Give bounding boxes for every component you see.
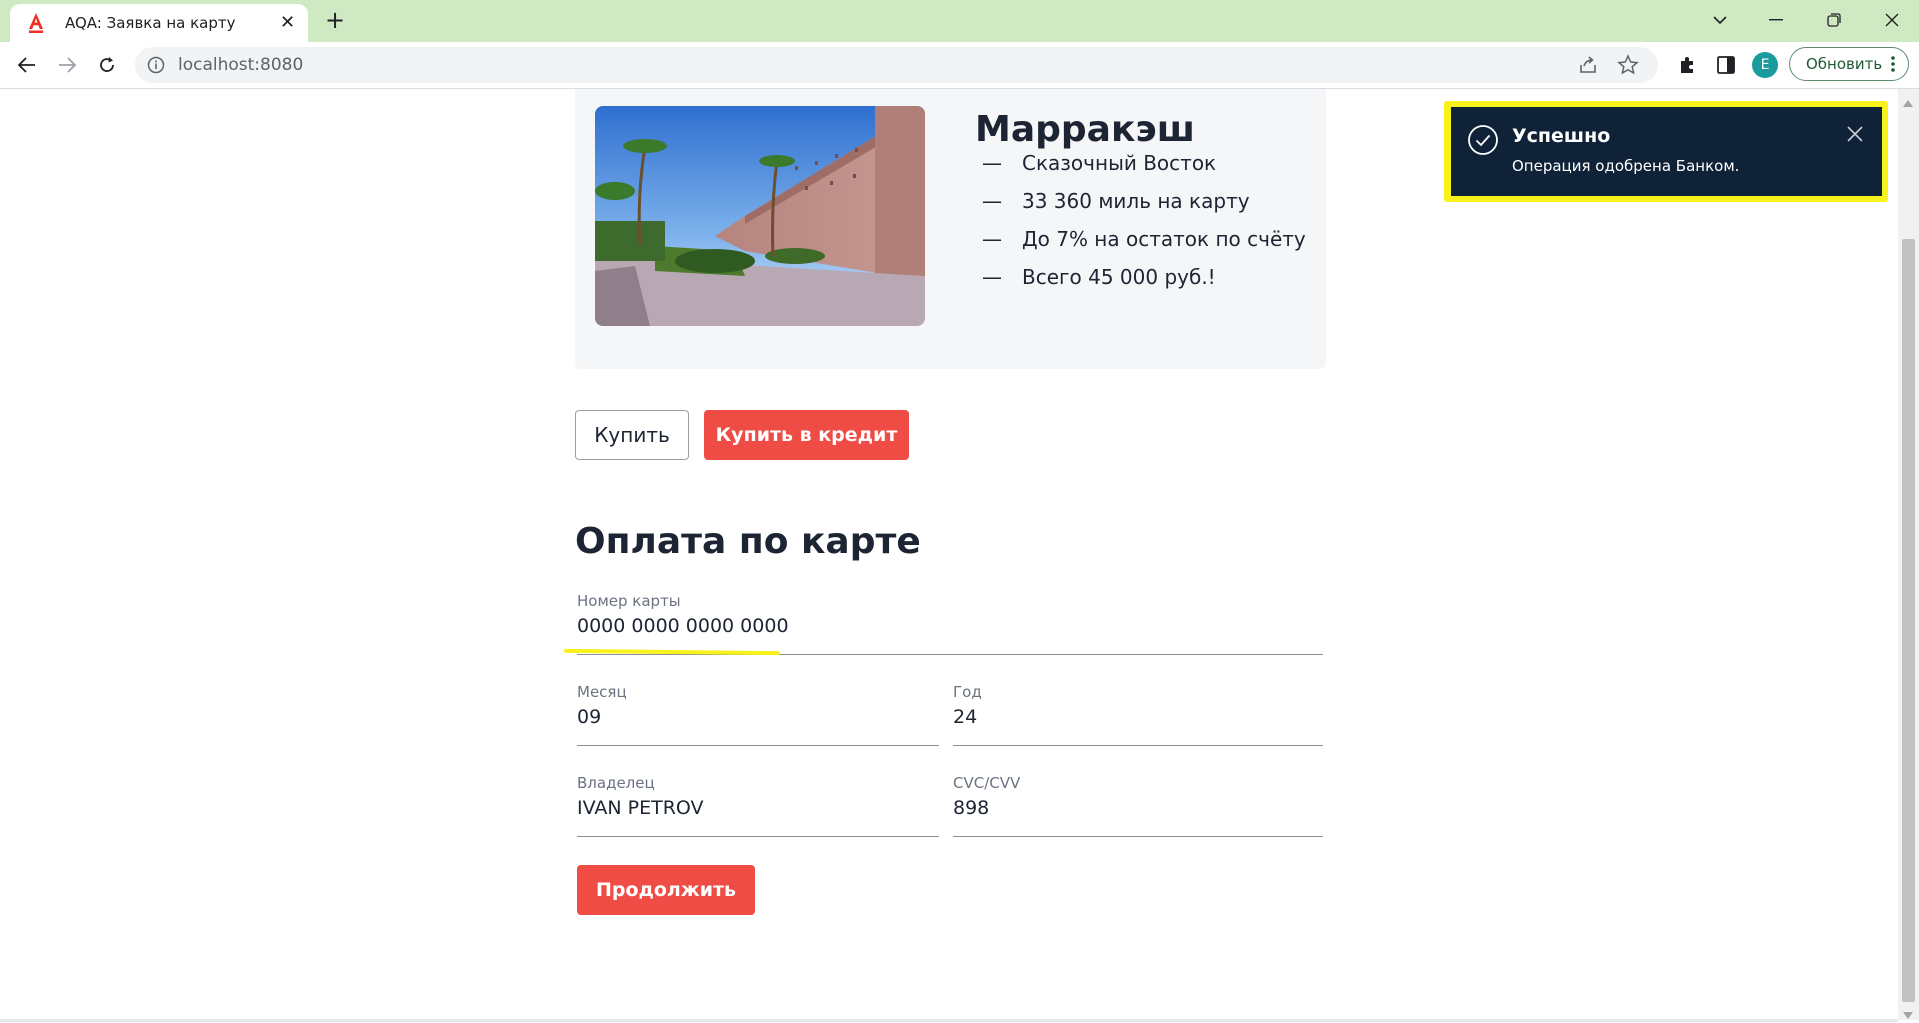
- card-number-input[interactable]: [577, 615, 1277, 637]
- month-input[interactable]: [577, 706, 917, 728]
- continue-button[interactable]: Продолжить: [577, 865, 755, 915]
- year-field[interactable]: Год: [951, 683, 1323, 746]
- buy-button[interactable]: Купить: [575, 410, 689, 460]
- year-input[interactable]: [953, 706, 1293, 728]
- offer-feature: — Сказочный Восток: [982, 151, 1217, 175]
- offer-feature: — Всего 45 000 руб.!: [982, 265, 1216, 289]
- offer-feature: — До 7% на остаток по счёту: [982, 227, 1306, 251]
- url-text: localhost:8080: [178, 55, 304, 75]
- tab-title: AQA: Заявка на карту: [65, 14, 236, 32]
- share-icon[interactable]: [1578, 55, 1598, 79]
- browser-tab[interactable]: AQA: Заявка на карту ✕: [10, 4, 308, 42]
- minimize-icon[interactable]: [1754, 0, 1798, 40]
- reload-icon[interactable]: [92, 50, 122, 80]
- offer-photo: [595, 106, 925, 326]
- payment-title: Оплата по карте: [575, 521, 921, 562]
- close-window-icon[interactable]: [1870, 0, 1914, 40]
- buy-credit-button[interactable]: Купить в кредит: [704, 410, 909, 460]
- offer-city-title: Марракэш: [975, 109, 1195, 150]
- address-bar[interactable]: localhost:8080: [135, 47, 1658, 83]
- page-scrollbar[interactable]: [1898, 89, 1919, 1020]
- forward-arrow-icon[interactable]: [52, 50, 82, 80]
- scroll-up-icon[interactable]: [1903, 92, 1913, 111]
- card-number-field[interactable]: Номер карты: [575, 592, 1323, 655]
- offer-feature: —33 360 миль на карту: [982, 189, 1250, 213]
- plus-icon[interactable]: +: [325, 6, 345, 34]
- browser-toolbar: localhost:8080 E Обновить: [0, 42, 1919, 89]
- year-label: Год: [953, 683, 982, 701]
- close-icon[interactable]: ✕: [280, 10, 295, 36]
- back-arrow-icon[interactable]: [12, 50, 42, 80]
- tab-strip: AQA: Заявка на карту ✕ +: [0, 0, 1919, 42]
- month-field[interactable]: Месяц: [575, 683, 939, 746]
- field-underline: [577, 836, 939, 837]
- page-content: Марракэш — Сказочный Восток — 33 360 мил…: [0, 89, 1898, 1020]
- card-number-label: Номер карты: [577, 592, 681, 610]
- scroll-thumb[interactable]: [1902, 239, 1915, 1002]
- alfa-logo-icon: [26, 12, 46, 34]
- owner-input[interactable]: [577, 797, 917, 819]
- close-icon[interactable]: [1845, 124, 1865, 148]
- cvc-input[interactable]: [953, 797, 1293, 819]
- notification-message: Операция одобрена Банком.: [1512, 157, 1740, 175]
- update-button[interactable]: Обновить: [1789, 47, 1909, 81]
- field-underline: [953, 836, 1323, 837]
- star-icon[interactable]: [1617, 54, 1639, 80]
- owner-label: Владелец: [577, 774, 655, 792]
- puzzle-icon[interactable]: [1672, 50, 1702, 80]
- more-vert-icon[interactable]: [1890, 54, 1896, 78]
- chevron-down-icon[interactable]: [1698, 0, 1742, 40]
- owner-field[interactable]: Владелец: [575, 774, 939, 837]
- success-notification: Успешно Операция одобрена Банком.: [1451, 107, 1882, 196]
- notification-title: Успешно: [1512, 125, 1611, 147]
- check-circle-icon: [1467, 124, 1499, 160]
- cvc-field[interactable]: CVC/CVV: [951, 774, 1323, 837]
- update-label: Обновить: [1806, 55, 1883, 73]
- avatar[interactable]: E: [1752, 52, 1778, 78]
- field-underline: [577, 745, 939, 746]
- cvc-label: CVC/CVV: [953, 774, 1021, 792]
- restore-icon[interactable]: [1812, 0, 1856, 40]
- sidepanel-icon[interactable]: [1711, 50, 1741, 80]
- scroll-down-icon[interactable]: [1903, 1004, 1913, 1023]
- info-icon[interactable]: [147, 56, 165, 78]
- month-label: Месяц: [577, 683, 627, 701]
- field-underline: [953, 745, 1323, 746]
